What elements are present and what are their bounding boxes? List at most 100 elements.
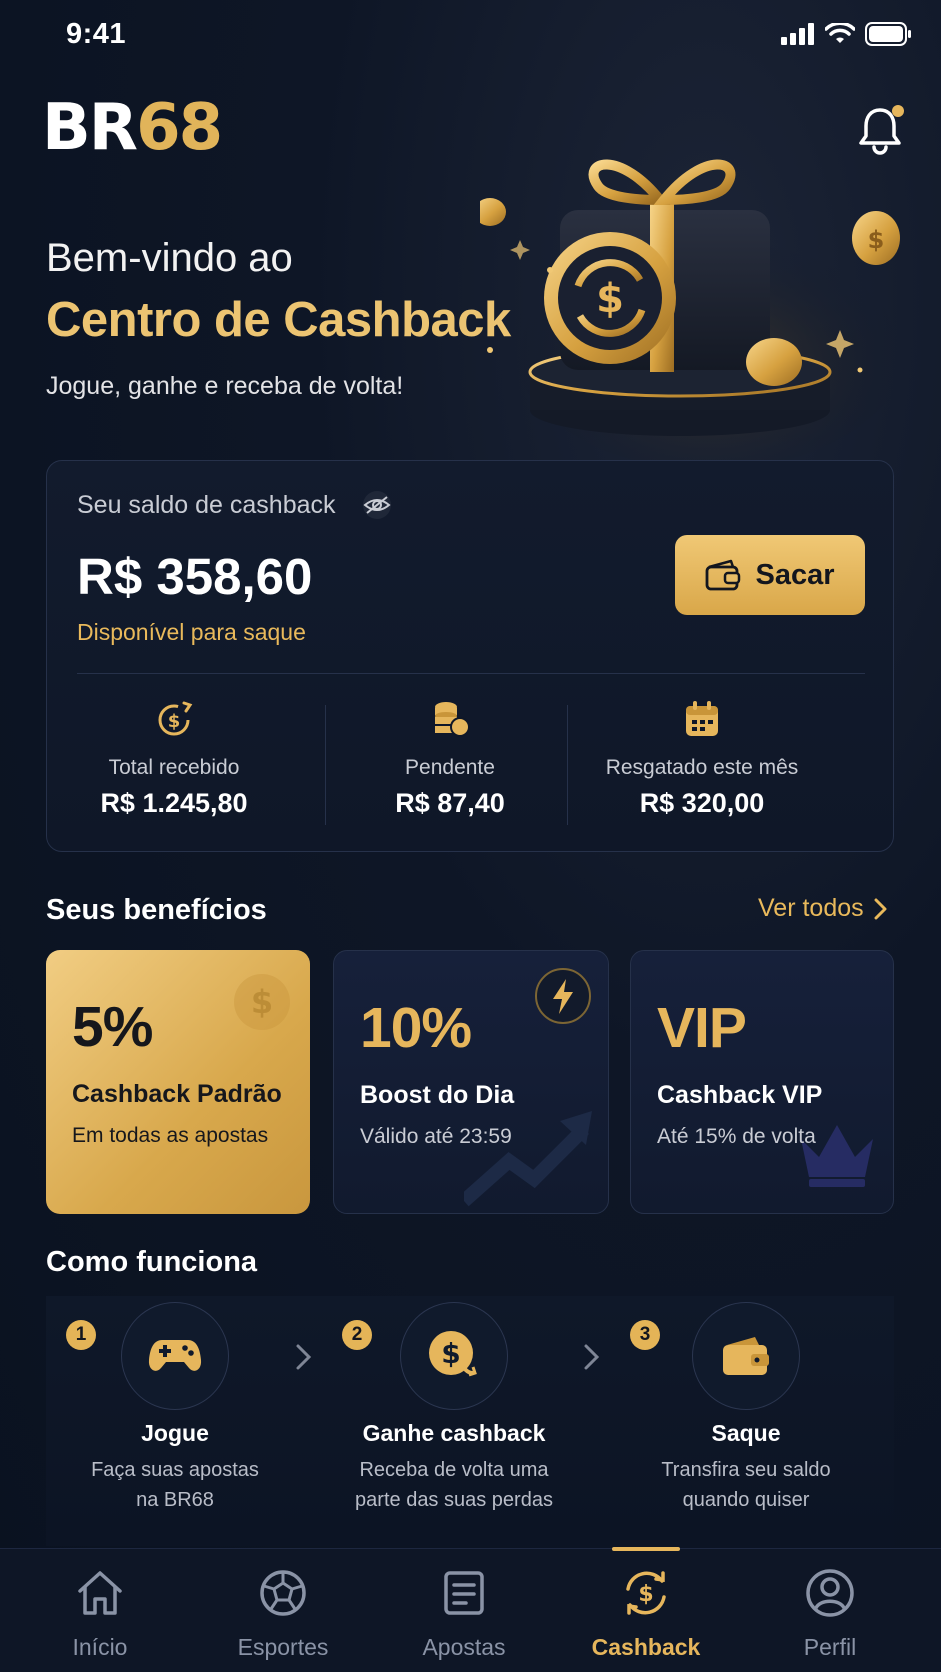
benefit-subtitle: Até 15% de volta	[657, 1125, 816, 1148]
how-it-works-title: Como funciona	[46, 1246, 258, 1278]
step-description-line2: quando quiser	[682, 1489, 810, 1511]
nav-item-home[interactable]: Início	[20, 1567, 180, 1661]
soccer-ball-icon	[260, 1570, 306, 1616]
wallet-icon	[706, 559, 741, 591]
svg-text:$: $	[868, 226, 885, 254]
calendar-icon	[686, 701, 718, 736]
stat-label: Total recebido	[108, 756, 240, 779]
wifi-icon	[825, 23, 855, 43]
hero-title: Centro de Cashback	[46, 293, 511, 347]
dollar-coin-icon: $	[429, 1331, 477, 1377]
status-time: 9:41	[66, 18, 127, 50]
step-number: 3	[630, 1320, 660, 1350]
chevron-right-icon	[874, 898, 887, 919]
benefit-title: Boost do Dia	[360, 1081, 515, 1109]
stat-value: R$ 1.245,80	[100, 788, 248, 818]
cashback-balance-card: Seu saldo de cashback R$ 358,60 Disponív…	[46, 460, 894, 852]
stat-pending: Pendente R$ 87,40	[325, 699, 575, 819]
nav-item-bets[interactable]: Apostas	[384, 1567, 544, 1661]
svg-text:$: $	[596, 276, 624, 322]
stat-value: R$ 87,40	[395, 788, 505, 818]
cashback-icon: $	[626, 1571, 666, 1615]
benefit-card-standard[interactable]: $ 5% Cashback Padrão Em todas as apostas	[46, 950, 310, 1214]
see-all-label: Ver todos	[758, 894, 864, 922]
withdraw-button[interactable]: Sacar	[675, 535, 865, 615]
step-description-line1: Faça suas apostas	[91, 1459, 259, 1481]
cashback-coin-icon: $	[158, 701, 193, 736]
svg-text:$: $	[638, 1582, 653, 1607]
chevron-right-icon	[296, 1344, 312, 1370]
home-icon	[78, 1571, 122, 1615]
hero-subtitle: Bem-vindo ao	[46, 236, 293, 280]
trend-arrow-icon	[464, 1111, 592, 1207]
status-icons	[781, 22, 911, 46]
step-description-line1: Receba de volta uma	[359, 1459, 549, 1481]
withdraw-label: Sacar	[755, 558, 835, 591]
logo-text-left: BR	[42, 91, 138, 165]
bottom-navigation: Início Esportes Apostas $ Cashback Perfi…	[0, 1547, 941, 1672]
lightning-icon	[535, 968, 591, 1024]
user-icon	[806, 1569, 854, 1617]
benefit-card-vip[interactable]: VIP Cashback VIP Até 15% de volta	[630, 950, 894, 1214]
gift-cashback-illustration: $ $	[480, 159, 910, 460]
svg-text:$: $	[441, 1337, 460, 1370]
balance-value: R$ 358,60	[77, 548, 313, 605]
nav-label: Início	[72, 1634, 128, 1660]
chevron-right-icon	[584, 1344, 600, 1370]
nav-label: Perfil	[803, 1634, 857, 1660]
balance-available-text: Disponível para saque	[77, 619, 306, 645]
eye-off-icon[interactable]	[359, 491, 395, 519]
step-title: Jogue	[141, 1420, 209, 1446]
balance-label: Seu saldo de cashback	[77, 491, 336, 519]
stat-total-received: $ Total recebido R$ 1.245,80	[49, 699, 299, 819]
faded-coin-icon: $	[234, 974, 290, 1030]
step-circle	[121, 1302, 229, 1410]
wallet-icon	[723, 1337, 769, 1375]
stat-label: Pendente	[405, 756, 495, 779]
benefit-percent: 5%	[72, 995, 153, 1059]
step-number: 2	[342, 1320, 372, 1350]
gamepad-icon	[148, 1340, 202, 1371]
nav-item-cashback[interactable]: $ Cashback	[566, 1567, 726, 1661]
nav-label: Cashback	[591, 1634, 701, 1660]
benefit-title: Cashback VIP	[657, 1081, 823, 1109]
hero-tagline: Jogue, ganhe e receba de volta!	[46, 372, 404, 400]
benefits-title: Seus benefícios	[46, 894, 267, 926]
balance-divider	[77, 673, 865, 674]
benefit-title: Cashback Padrão	[72, 1080, 282, 1108]
nav-item-sports[interactable]: Esportes	[203, 1567, 363, 1661]
see-all-link[interactable]: Ver todos	[758, 894, 888, 923]
step-description-line1: Transfira seu saldo	[661, 1459, 831, 1481]
svg-text:$: $	[251, 983, 273, 1021]
benefit-percent: VIP	[657, 996, 747, 1060]
stat-value: R$ 320,00	[639, 788, 765, 818]
step-title: Saque	[711, 1420, 781, 1446]
brand-logo[interactable]: BR68	[42, 96, 223, 160]
battery-icon	[865, 22, 911, 46]
nav-label: Esportes	[237, 1634, 329, 1660]
nav-label: Apostas	[422, 1634, 506, 1660]
svg-text:$: $	[168, 711, 181, 732]
stat-label: Resgatado este mês	[605, 756, 799, 779]
step-number: 1	[66, 1320, 96, 1350]
logo-text-right: 68	[136, 91, 223, 165]
signal-icon	[781, 23, 814, 45]
ticket-icon	[444, 1571, 484, 1615]
nav-item-profile[interactable]: Perfil	[750, 1567, 910, 1661]
stat-separator	[567, 705, 568, 825]
benefit-card-boost[interactable]: 10% Boost do Dia Válido até 23:59	[333, 950, 609, 1214]
benefit-subtitle: Válido até 23:59	[360, 1125, 512, 1148]
step-circle: $	[400, 1302, 508, 1410]
stat-redeemed-month: Resgatado este mês R$ 320,00	[577, 699, 827, 819]
benefit-percent: 10%	[360, 996, 472, 1060]
coins-stack-icon	[435, 702, 470, 737]
cashback-screen: 9:41 BR68 Bem-vindo ao Centro de Cashbac…	[0, 0, 941, 1672]
step-description-line2: parte das suas perdas	[355, 1489, 553, 1511]
step-description-line2: na BR68	[136, 1489, 214, 1511]
status-bar: 9:41	[0, 0, 941, 72]
step-title: Ganhe cashback	[362, 1420, 546, 1446]
step-circle	[692, 1302, 800, 1410]
benefit-subtitle: Em todas as apostas	[72, 1124, 269, 1147]
active-tab-indicator	[612, 1547, 680, 1551]
notification-dot	[892, 105, 904, 117]
